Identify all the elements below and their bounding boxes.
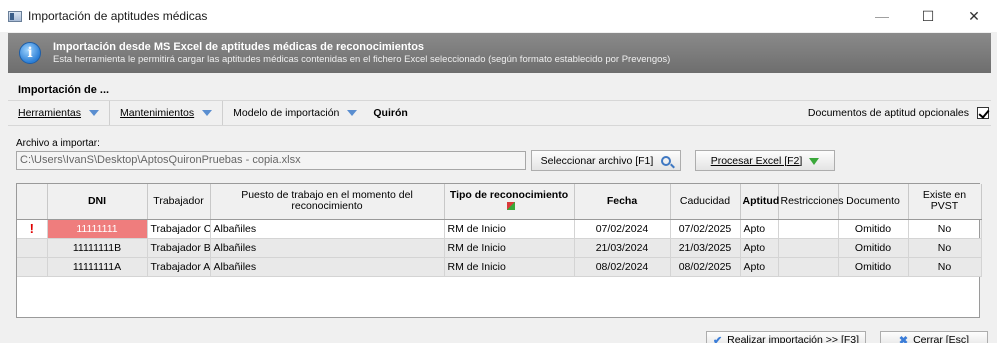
select-file-label: Seleccionar archivo [F1]	[540, 154, 654, 167]
col-documento-header[interactable]: Documento	[838, 184, 909, 220]
col-indicator-header	[17, 184, 48, 220]
cell-aptitud: Apto	[740, 238, 779, 258]
herramientas-label: Herramientas	[18, 107, 82, 119]
cell-fecha: 21/03/2024	[574, 238, 671, 258]
cell-tipo: RM de Inicio	[444, 257, 575, 277]
col-tipo-header[interactable]: Tipo de reconocimiento	[444, 184, 575, 220]
cell-documento: Omitido	[838, 219, 909, 239]
app-window-icon	[8, 10, 22, 22]
search-icon	[661, 155, 672, 166]
cell-puesto: Albañiles	[210, 219, 445, 239]
cell-dni: 11111111A	[47, 257, 148, 277]
cell-aptitud: Apto	[740, 219, 779, 239]
col-puesto-header[interactable]: Puesto de trabajo en el momento del reco…	[210, 184, 445, 220]
table-row[interactable]: 11111111A Trabajador A Albañiles RM de I…	[17, 257, 982, 277]
banner-text: Importación desde MS Excel de aptitudes …	[53, 41, 670, 65]
info-banner: i Importación desde MS Excel de aptitude…	[8, 33, 991, 73]
cell-puesto: Albañiles	[210, 257, 445, 277]
close-button[interactable]: ✖ Cerrar [Esc]	[880, 331, 988, 343]
close-icon: ✖	[898, 334, 909, 343]
cell-caducidad: 07/02/2025	[670, 219, 741, 239]
mantenimientos-label: Mantenimientos	[120, 107, 195, 119]
cell-fecha: 07/02/2024	[574, 219, 671, 239]
close-button-label: Cerrar [Esc]	[913, 334, 970, 343]
col-aptitud-header[interactable]: Aptitud	[740, 184, 779, 220]
cell-existe: No	[908, 257, 982, 277]
cell-tipo: RM de Inicio	[444, 219, 575, 239]
cell-tipo: RM de Inicio	[444, 238, 575, 258]
cell-aptitud: Apto	[740, 257, 779, 277]
import-button-label: Realizar importación >> [F3]	[727, 334, 860, 343]
col-restricciones-header[interactable]: Restricciones	[778, 184, 844, 220]
cell-fecha: 08/02/2024	[574, 257, 671, 277]
cell-documento: Omitido	[838, 238, 909, 258]
cell-caducidad: 08/02/2025	[670, 257, 741, 277]
sort-icon	[506, 202, 515, 211]
import-button[interactable]: ✔ Realizar importación >> [F3]	[706, 331, 866, 343]
docs-optional-checkbox[interactable]	[977, 107, 989, 119]
maximize-button[interactable]: ☐	[905, 0, 951, 32]
select-file-button[interactable]: Seleccionar archivo [F1]	[531, 150, 681, 171]
section-title: Importación de ...	[18, 84, 110, 96]
docs-optional-label: Documentos de aptitud opcionales	[807, 107, 969, 119]
chevron-down-icon	[89, 110, 100, 116]
herramientas-menu[interactable]: Herramientas	[8, 101, 111, 125]
table-row[interactable]: ! 11111111 Trabajador C Albañiles RM de …	[17, 219, 982, 239]
cell-restricciones	[778, 219, 839, 239]
modelo-importacion-dropdown[interactable]: Modelo de importación Quirón	[223, 101, 418, 125]
cell-dni: 11111111B	[47, 238, 148, 258]
col-fecha-header[interactable]: Fecha	[574, 184, 671, 220]
chevron-down-icon	[202, 110, 213, 116]
chevron-down-icon	[347, 110, 358, 116]
banner-subtitle: Esta herramienta le permitirá cargar las…	[53, 54, 671, 65]
window-titlebar: Importación de aptitudes médicas — ☐ ✕	[0, 0, 997, 32]
col-existe-header[interactable]: Existe en PVST	[908, 184, 982, 220]
banner-title: Importación desde MS Excel de aptitudes …	[53, 41, 425, 53]
process-excel-label: Procesar Excel [F2]	[710, 154, 803, 167]
results-grid[interactable]: DNI Trabajador Puesto de trabajo en el m…	[16, 183, 982, 318]
cell-trabajador: Trabajador B	[147, 238, 211, 258]
cell-documento: Omitido	[838, 257, 909, 277]
row-indicator	[17, 238, 48, 258]
cell-dni: 11111111	[47, 219, 148, 239]
window-title: Importación de aptitudes médicas	[28, 9, 208, 23]
cell-puesto: Albañiles	[210, 238, 445, 258]
col-caducidad-header[interactable]: Caducidad	[670, 184, 741, 220]
cell-existe: No	[908, 219, 982, 239]
cell-restricciones	[778, 257, 839, 277]
window-controls: — ☐ ✕	[859, 0, 997, 32]
table-row[interactable]: 11111111B Trabajador B Albañiles RM de I…	[17, 238, 982, 258]
mantenimientos-menu[interactable]: Mantenimientos	[110, 101, 224, 125]
docs-optional-option: Documentos de aptitud opcionales	[808, 107, 991, 119]
col-dni-header[interactable]: DNI	[47, 184, 148, 220]
modelo-importacion-label: Modelo de importación	[233, 107, 340, 119]
col-tipo-label: Tipo de reconocimiento	[449, 189, 569, 202]
toolbar: Herramientas Mantenimientos Modelo de im…	[8, 100, 991, 126]
info-icon: i	[19, 42, 41, 64]
modelo-importacion-value: Quirón	[373, 107, 408, 119]
cell-restricciones	[778, 238, 839, 258]
process-excel-button[interactable]: Procesar Excel [F2]	[695, 150, 835, 171]
file-label: Archivo a importar:	[16, 138, 100, 149]
table-header-row: DNI Trabajador Puesto de trabajo en el m…	[17, 184, 982, 220]
cell-existe: No	[908, 238, 982, 258]
file-path-input[interactable]: C:\Users\IvanS\Desktop\AptosQuironPrueba…	[16, 151, 526, 170]
results-table: DNI Trabajador Puesto de trabajo en el m…	[17, 184, 982, 277]
cell-trabajador: Trabajador A	[147, 257, 211, 277]
error-indicator-icon: !	[17, 219, 48, 239]
row-indicator	[17, 257, 48, 277]
check-icon: ✔	[712, 334, 723, 343]
arrow-down-icon	[809, 158, 820, 165]
cell-caducidad: 21/03/2025	[670, 238, 741, 258]
close-window-button[interactable]: ✕	[951, 0, 997, 32]
cell-trabajador: Trabajador C	[147, 219, 211, 239]
col-trabajador-header[interactable]: Trabajador	[147, 184, 211, 220]
minimize-button[interactable]: —	[859, 0, 905, 32]
